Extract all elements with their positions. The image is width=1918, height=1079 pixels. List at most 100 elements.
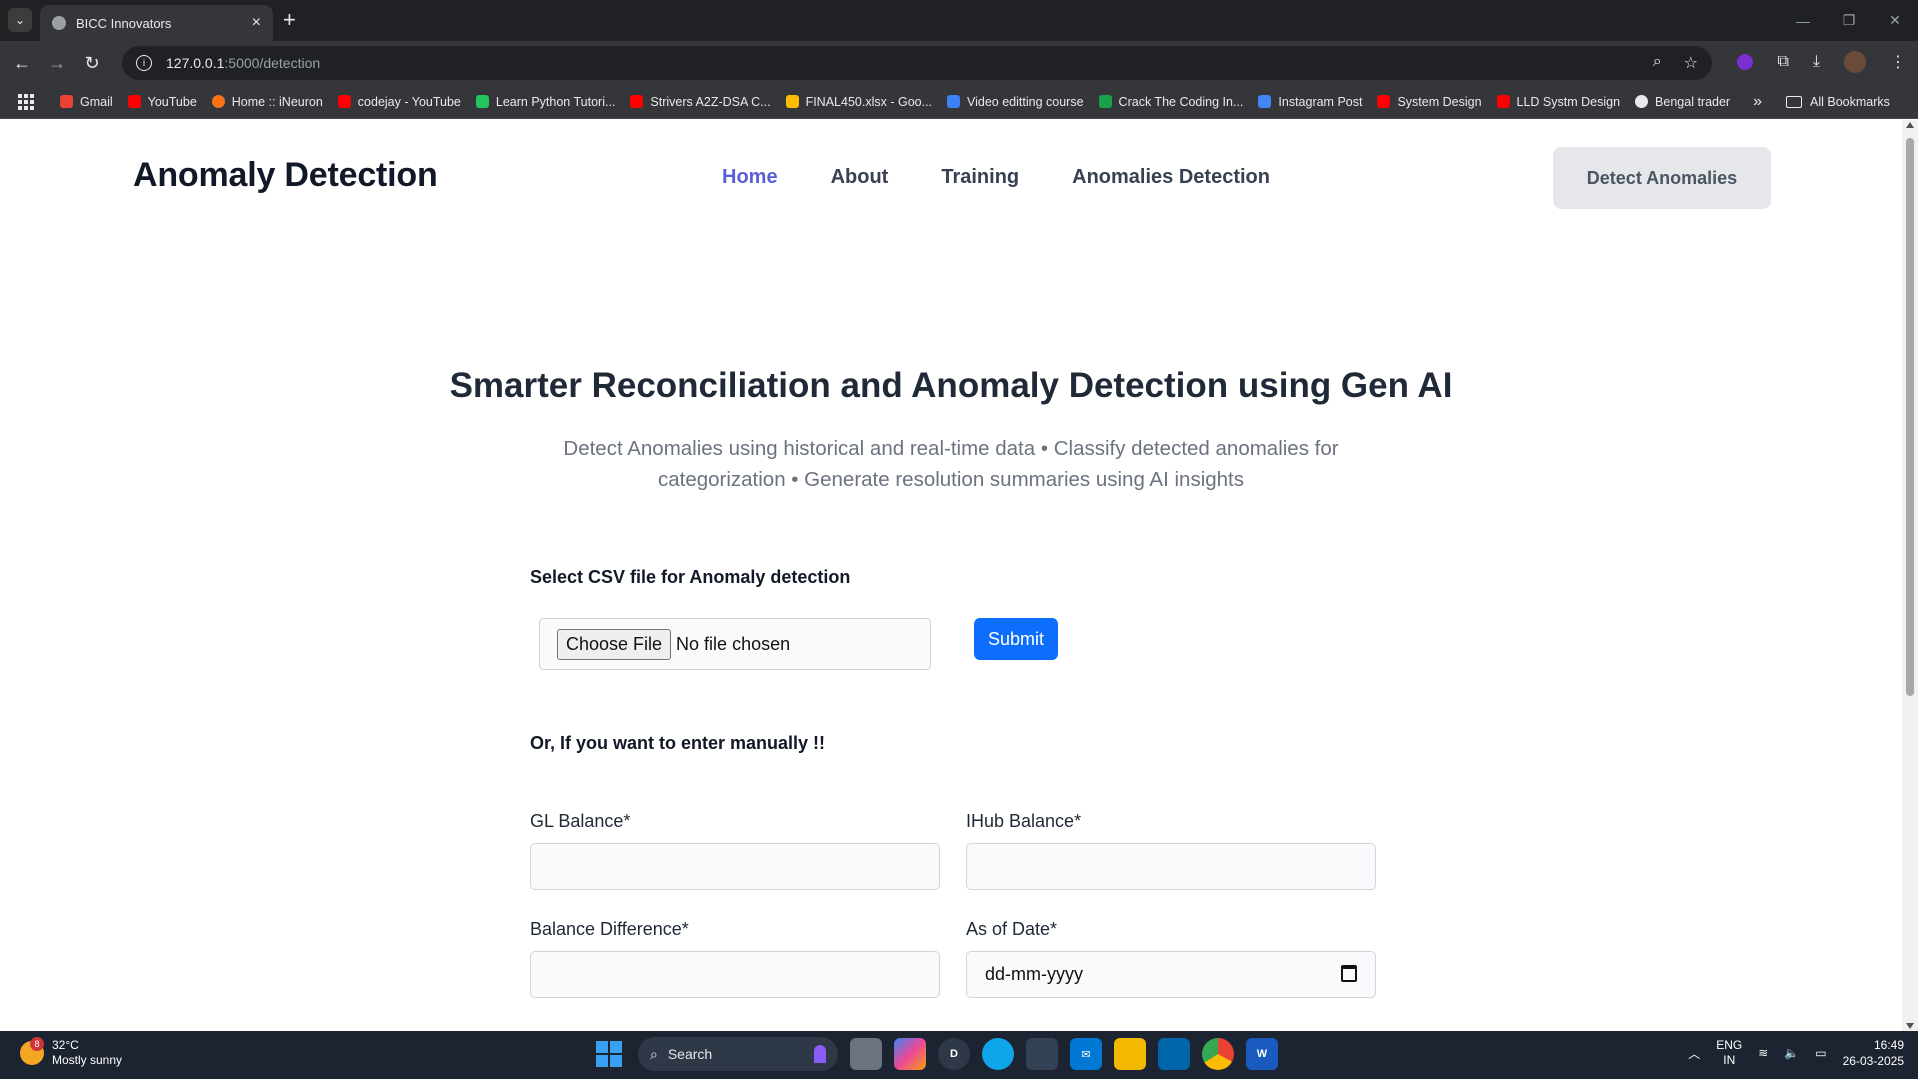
chrome-icon[interactable] bbox=[1202, 1038, 1234, 1070]
nav-training[interactable]: Training bbox=[941, 166, 1019, 189]
back-arrow-icon[interactable]: ← bbox=[10, 51, 34, 75]
balance-difference-label: Balance Difference* bbox=[530, 919, 689, 939]
restore-icon[interactable]: ❐ bbox=[1826, 0, 1872, 41]
address-bar[interactable]: i 127.0.0.1:5000/detection ⌕ ☆ bbox=[122, 46, 1712, 80]
battery-icon[interactable]: ▭ bbox=[1815, 1046, 1826, 1060]
nav-home[interactable]: Home bbox=[722, 166, 778, 189]
word-icon[interactable]: W bbox=[1246, 1038, 1278, 1070]
gl-balance-input[interactable] bbox=[530, 843, 940, 890]
bookmark-item[interactable]: Learn Python Tutori... bbox=[475, 95, 615, 109]
windows-start-icon[interactable] bbox=[592, 1037, 626, 1071]
taskbar-search[interactable]: ⌕ Search bbox=[638, 1037, 838, 1071]
extensions-puzzle-icon[interactable]: ⧉ bbox=[1777, 53, 1788, 71]
balance-difference-input[interactable] bbox=[530, 951, 940, 998]
choose-file-button[interactable]: Choose File bbox=[557, 628, 672, 660]
bookmark-favicon-icon bbox=[1377, 95, 1391, 108]
store-icon[interactable] bbox=[1026, 1038, 1058, 1070]
csv-file-input[interactable]: Choose File No file chosen bbox=[539, 618, 931, 670]
scrollbar-thumb[interactable] bbox=[1906, 138, 1914, 696]
url-path: :5000/detection bbox=[224, 55, 321, 71]
window-controls: — ❐ ✕ bbox=[1780, 0, 1918, 41]
apps-grid-icon[interactable] bbox=[18, 93, 34, 110]
calendar-icon[interactable] bbox=[1341, 965, 1357, 982]
detect-anomalies-button[interactable]: Detect Anomalies bbox=[1553, 147, 1771, 209]
weather-widget[interactable]: 8 32°C Mostly sunny bbox=[20, 1037, 123, 1068]
nav-about[interactable]: About bbox=[831, 166, 889, 189]
scroll-down-arrow-icon[interactable] bbox=[1906, 1023, 1914, 1029]
scroll-up-arrow-icon[interactable] bbox=[1906, 122, 1914, 128]
browser-tab[interactable]: BICC Innovators × bbox=[40, 5, 273, 41]
lang-code: ENG bbox=[1716, 1038, 1743, 1052]
bookmark-item[interactable]: FINAL450.xlsx - Goo... bbox=[785, 95, 932, 109]
edge-icon[interactable] bbox=[982, 1038, 1014, 1070]
new-tab-button[interactable]: + bbox=[283, 8, 296, 32]
bookmark-favicon-icon bbox=[1635, 95, 1649, 108]
site-info-icon[interactable]: i bbox=[136, 55, 152, 71]
clock-time: 16:49 bbox=[1873, 1038, 1904, 1052]
bookmark-item[interactable]: Gmail bbox=[60, 95, 113, 109]
vscode-icon[interactable] bbox=[1158, 1038, 1190, 1070]
page-scrollbar[interactable] bbox=[1902, 120, 1918, 1031]
bookmark-item[interactable]: Home :: iNeuron bbox=[211, 94, 323, 109]
weather-temp: 32°C bbox=[52, 1038, 79, 1052]
all-bookmarks-button[interactable]: All Bookmarks bbox=[1786, 95, 1890, 109]
clock[interactable]: 16:49 26-03-2025 bbox=[1843, 1037, 1904, 1069]
csv-upload-label: Select CSV file for Anomaly detection bbox=[530, 567, 851, 587]
profile-avatar[interactable] bbox=[1844, 51, 1866, 73]
browser-toolbar: ← → ↻ i 127.0.0.1:5000/detection ⌕ ☆ ⧉ ⤓… bbox=[0, 41, 1918, 85]
bookmark-item[interactable]: Instagram Post bbox=[1258, 95, 1362, 109]
bookmark-favicon-icon bbox=[1496, 95, 1510, 108]
url-host: 127.0.0.1 bbox=[166, 55, 225, 71]
bookmark-item[interactable]: Crack The Coding In... bbox=[1098, 94, 1244, 109]
bookmark-item[interactable]: Bengal trader bbox=[1635, 95, 1730, 109]
bookmark-item[interactable]: codejay - YouTube bbox=[337, 95, 461, 109]
volume-icon[interactable]: 🔈 bbox=[1784, 1046, 1799, 1060]
bookmark-favicon-icon bbox=[127, 95, 141, 108]
bookmark-label: Crack The Coding In... bbox=[1118, 94, 1244, 109]
nav-anomalies-detection[interactable]: Anomalies Detection bbox=[1072, 166, 1270, 189]
bookmark-item[interactable]: YouTube bbox=[127, 95, 197, 109]
as-of-date-input[interactable]: dd-mm-yyyy bbox=[966, 951, 1376, 998]
search-icon: ⌕ bbox=[650, 1045, 658, 1062]
more-menu-icon[interactable]: ⋮ bbox=[1890, 52, 1906, 72]
bookmark-item[interactable]: Video editting course bbox=[947, 95, 1084, 109]
gl-balance-label: GL Balance* bbox=[530, 811, 631, 831]
globe-icon bbox=[52, 16, 66, 30]
bookmark-favicon-icon bbox=[630, 95, 644, 108]
reload-icon[interactable]: ↻ bbox=[80, 51, 104, 75]
file-explorer-icon[interactable] bbox=[1114, 1038, 1146, 1070]
close-window-icon[interactable]: ✕ bbox=[1872, 0, 1918, 41]
wifi-icon[interactable]: ≋ bbox=[1758, 1046, 1768, 1060]
show-hidden-icons-icon[interactable]: ︿ bbox=[1688, 1045, 1700, 1062]
bookmark-favicon-icon bbox=[1098, 95, 1112, 108]
bookmark-label: LLD Systm Design bbox=[1516, 94, 1621, 109]
bookmark-label: Video editting course bbox=[967, 94, 1084, 109]
bookmark-label: Home :: iNeuron bbox=[231, 94, 323, 109]
bookmark-favicon-icon bbox=[785, 95, 799, 108]
copilot-icon[interactable] bbox=[894, 1038, 926, 1070]
bookmark-item[interactable]: LLD Systm Design bbox=[1496, 94, 1621, 109]
dell-icon[interactable]: D bbox=[938, 1038, 970, 1070]
bookmark-star-icon[interactable]: ☆ bbox=[1684, 53, 1698, 73]
submit-button[interactable]: Submit bbox=[974, 618, 1058, 660]
more-bookmarks-icon[interactable]: » bbox=[1753, 93, 1762, 111]
tab-search-menu-icon[interactable]: ⌄ bbox=[8, 8, 32, 32]
download-icon[interactable]: ⤓ bbox=[1813, 53, 1820, 71]
browser-tab-bar: ⌄ BICC Innovators × + — ❐ ✕ bbox=[0, 0, 1918, 41]
taskbar-search-label: Search bbox=[667, 1046, 713, 1062]
close-tab-icon[interactable]: × bbox=[252, 14, 261, 32]
extension-icon[interactable] bbox=[1737, 54, 1754, 70]
mail-icon[interactable]: ✉ bbox=[1070, 1038, 1102, 1070]
zoom-icon[interactable]: ⌕ bbox=[1653, 53, 1662, 73]
ihub-balance-input[interactable] bbox=[966, 843, 1376, 890]
minimize-icon[interactable]: — bbox=[1780, 0, 1826, 41]
forward-arrow-icon[interactable]: → bbox=[45, 51, 69, 75]
bookmark-item[interactable]: Strivers A2Z-DSA C... bbox=[630, 95, 771, 109]
bookmark-item[interactable]: System Design bbox=[1377, 95, 1482, 109]
notification-badge: 8 bbox=[30, 1037, 44, 1051]
site-brand[interactable]: Anomaly Detection bbox=[133, 156, 438, 195]
task-view-icon[interactable] bbox=[850, 1038, 882, 1070]
weather-desc: Mostly sunny bbox=[52, 1053, 123, 1067]
language-indicator[interactable]: ENG IN bbox=[1716, 1038, 1742, 1068]
bookmark-label: Gmail bbox=[80, 94, 113, 109]
